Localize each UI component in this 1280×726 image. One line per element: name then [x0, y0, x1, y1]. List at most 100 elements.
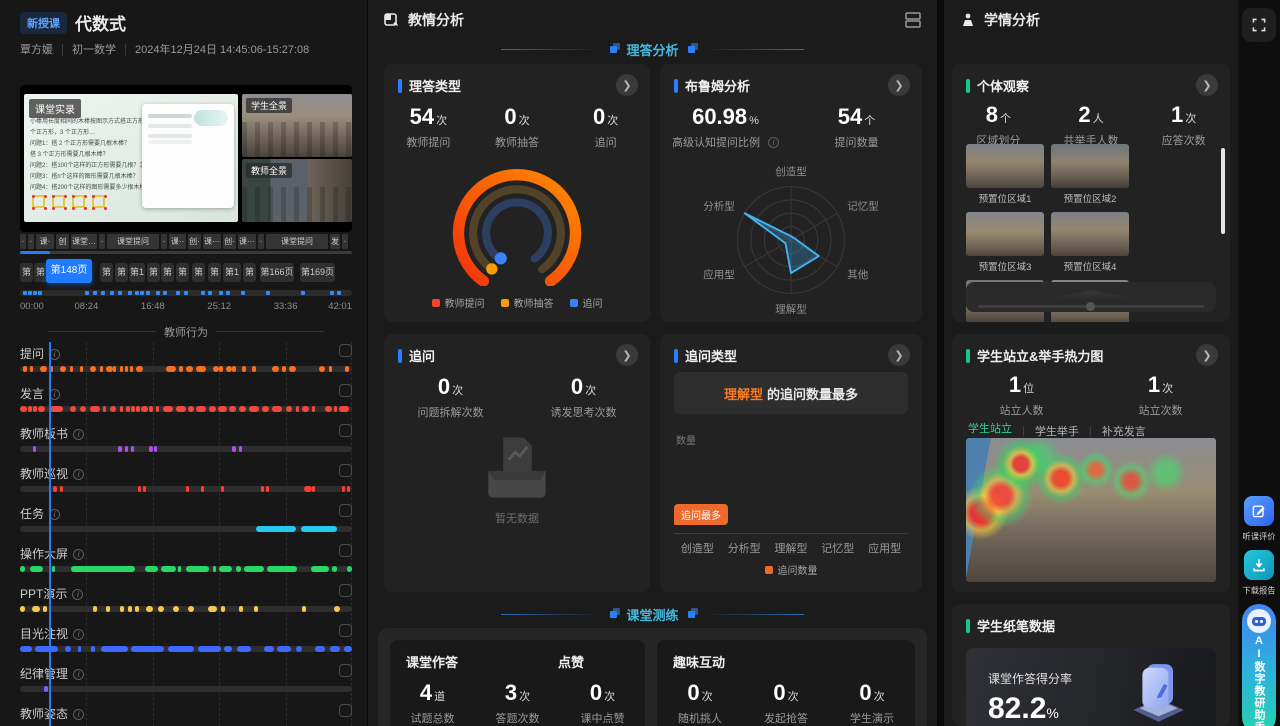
video-segment[interactable]: 课堂提问 [107, 234, 159, 249]
track-bar[interactable] [20, 686, 352, 692]
chevron-right-button[interactable]: ❯ [1196, 344, 1218, 366]
track-checkbox[interactable] [339, 584, 352, 597]
page-marker[interactable]: 第 [100, 263, 113, 282]
scrollbar-knob[interactable] [1086, 302, 1095, 311]
page-marker[interactable]: 第 [115, 263, 128, 282]
preset-thumbnail[interactable]: 预置位区域4 [1051, 212, 1129, 273]
collapsed-row[interactable] [966, 282, 1216, 312]
video-player[interactable]: 课堂实录 小棒用长度相同的木棒按图示方式搭正方形，分个正方形，3 个正方形…问题… [20, 85, 352, 232]
info-icon[interactable]: i [49, 509, 60, 520]
page-marker[interactable]: 第 [161, 263, 174, 282]
page-marker[interactable]: 第148页 [46, 259, 92, 283]
info-icon[interactable]: i [49, 349, 60, 360]
track-bar[interactable] [20, 446, 352, 452]
preset-thumbnail[interactable]: 预置位区域1 [966, 144, 1044, 205]
video-segment[interactable]: · [99, 234, 105, 249]
video-segment[interactable]: 课··· [203, 234, 221, 249]
track-checkbox[interactable] [339, 464, 352, 477]
track-bar[interactable] [20, 526, 352, 532]
card-title: 学生站立&举手热力图 [977, 346, 1103, 365]
track-checkbox[interactable] [339, 384, 352, 397]
video-segment[interactable]: 课堂… [71, 234, 97, 249]
track-checkbox[interactable] [339, 624, 352, 637]
page-marker[interactable]: 第 [20, 263, 33, 282]
preset-thumbnail[interactable]: 预置位区域3 [966, 212, 1044, 273]
track-checkbox[interactable] [339, 664, 352, 677]
info-icon[interactable]: i [73, 709, 84, 720]
video-segment-bar[interactable]: ··课·创课堂…·课堂提问·课··创·课···创·课····课堂提问发· [20, 234, 352, 249]
track-checkbox[interactable] [339, 704, 352, 717]
tab-3[interactable]: 补充发言 [1102, 423, 1146, 439]
video-progress-bar[interactable] [20, 251, 352, 254]
track-header: 目光注视i [20, 622, 352, 640]
page-marker[interactable]: 第 [192, 263, 205, 282]
info-icon[interactable]: i [72, 589, 83, 600]
info-icon[interactable]: i [73, 629, 84, 640]
info-icon[interactable]: i [73, 469, 84, 480]
chevron-right-button[interactable]: ❯ [616, 344, 638, 366]
video-segment[interactable]: 创· [188, 234, 201, 249]
card-title: 追问 [409, 346, 435, 365]
track-checkbox[interactable] [339, 544, 352, 557]
recording-label: 课堂实录 [29, 99, 81, 118]
chevron-right-button[interactable]: ❯ [888, 344, 910, 366]
track-checkbox[interactable] [339, 344, 352, 357]
info-icon[interactable]: i [73, 429, 84, 440]
page-marker[interactable]: 第 [176, 263, 189, 282]
layout-toggle-icon[interactable] [903, 10, 923, 30]
section-response-analysis: 理答分析 [368, 40, 937, 59]
preset-thumbnail[interactable]: 预置位区域2 [1051, 144, 1129, 205]
page-marker[interactable]: 第 [147, 263, 160, 282]
video-segment[interactable]: 课· [36, 234, 54, 249]
info-icon[interactable]: i [73, 549, 84, 560]
y-axis-label: 数量 [676, 432, 696, 447]
chevron-right-button[interactable]: ❯ [616, 74, 638, 96]
track-dot [145, 566, 158, 572]
chevron-right-button[interactable]: ❯ [1196, 74, 1218, 96]
info-icon[interactable]: i [73, 669, 84, 680]
video-segment[interactable]: 课·· [169, 234, 186, 249]
track-bar[interactable] [20, 566, 352, 572]
card-response-type: 理答类型 ❯ 54次教师提问 0次教师抽答 0次追问 教师提问教师抽答追问 [384, 64, 650, 322]
timeline-tick [330, 291, 334, 295]
video-segment[interactable]: · [20, 234, 26, 249]
page-marker[interactable]: 第166页 [260, 263, 294, 282]
video-segment[interactable]: 创 [56, 234, 69, 249]
tab-2[interactable]: 学生举手 [1035, 423, 1079, 439]
learning-analysis-icon [960, 12, 976, 28]
video-segment[interactable]: 课堂提问 [266, 234, 328, 249]
info-icon[interactable]: i [49, 389, 60, 400]
video-segment[interactable]: · [342, 234, 348, 249]
fullscreen-button[interactable] [1242, 8, 1276, 42]
page-marker[interactable]: 第1 [129, 263, 145, 282]
slide-video[interactable]: 课堂实录 小棒用长度相同的木棒按图示方式搭正方形，分个正方形，3 个正方形…问题… [24, 94, 238, 222]
page-marker[interactable]: 第1 [223, 263, 241, 282]
track-checkbox[interactable] [339, 504, 352, 517]
chevron-right-button[interactable]: ❯ [888, 74, 910, 96]
page-marker[interactable]: 第169页 [300, 263, 335, 282]
track-bar[interactable] [20, 646, 352, 652]
track-bar[interactable] [20, 606, 352, 612]
track-bar[interactable] [20, 406, 352, 412]
page-marker[interactable]: 第 [243, 263, 256, 282]
download-report-button[interactable]: 下载报告 [1238, 550, 1280, 597]
track-checkbox[interactable] [339, 424, 352, 437]
ai-assistant-button[interactable]: AI数字教研助手 [1242, 604, 1276, 726]
teacher-panorama-video[interactable]: 教师全景 [242, 159, 352, 222]
video-segment[interactable]: · [258, 234, 264, 249]
video-segment[interactable]: 发 [330, 234, 340, 249]
learning-analysis-title: 学情分析 [984, 10, 1040, 30]
track-bar[interactable] [20, 366, 352, 372]
video-segment[interactable]: 创· [223, 234, 236, 249]
video-segment[interactable]: · [28, 234, 34, 249]
evaluate-button[interactable]: 听课评价 [1238, 496, 1280, 543]
info-icon[interactable]: i [768, 137, 779, 148]
page-marker[interactable]: 第 [208, 263, 221, 282]
timeline-tick-bar[interactable] [20, 290, 352, 296]
student-panorama-video[interactable]: 学生全景 [242, 94, 352, 157]
track-dot [93, 606, 97, 612]
video-segment[interactable]: 课··· [238, 234, 256, 249]
track-bar[interactable] [20, 486, 352, 492]
card-scrollbar[interactable] [1221, 148, 1225, 234]
video-segment[interactable]: · [161, 234, 167, 249]
